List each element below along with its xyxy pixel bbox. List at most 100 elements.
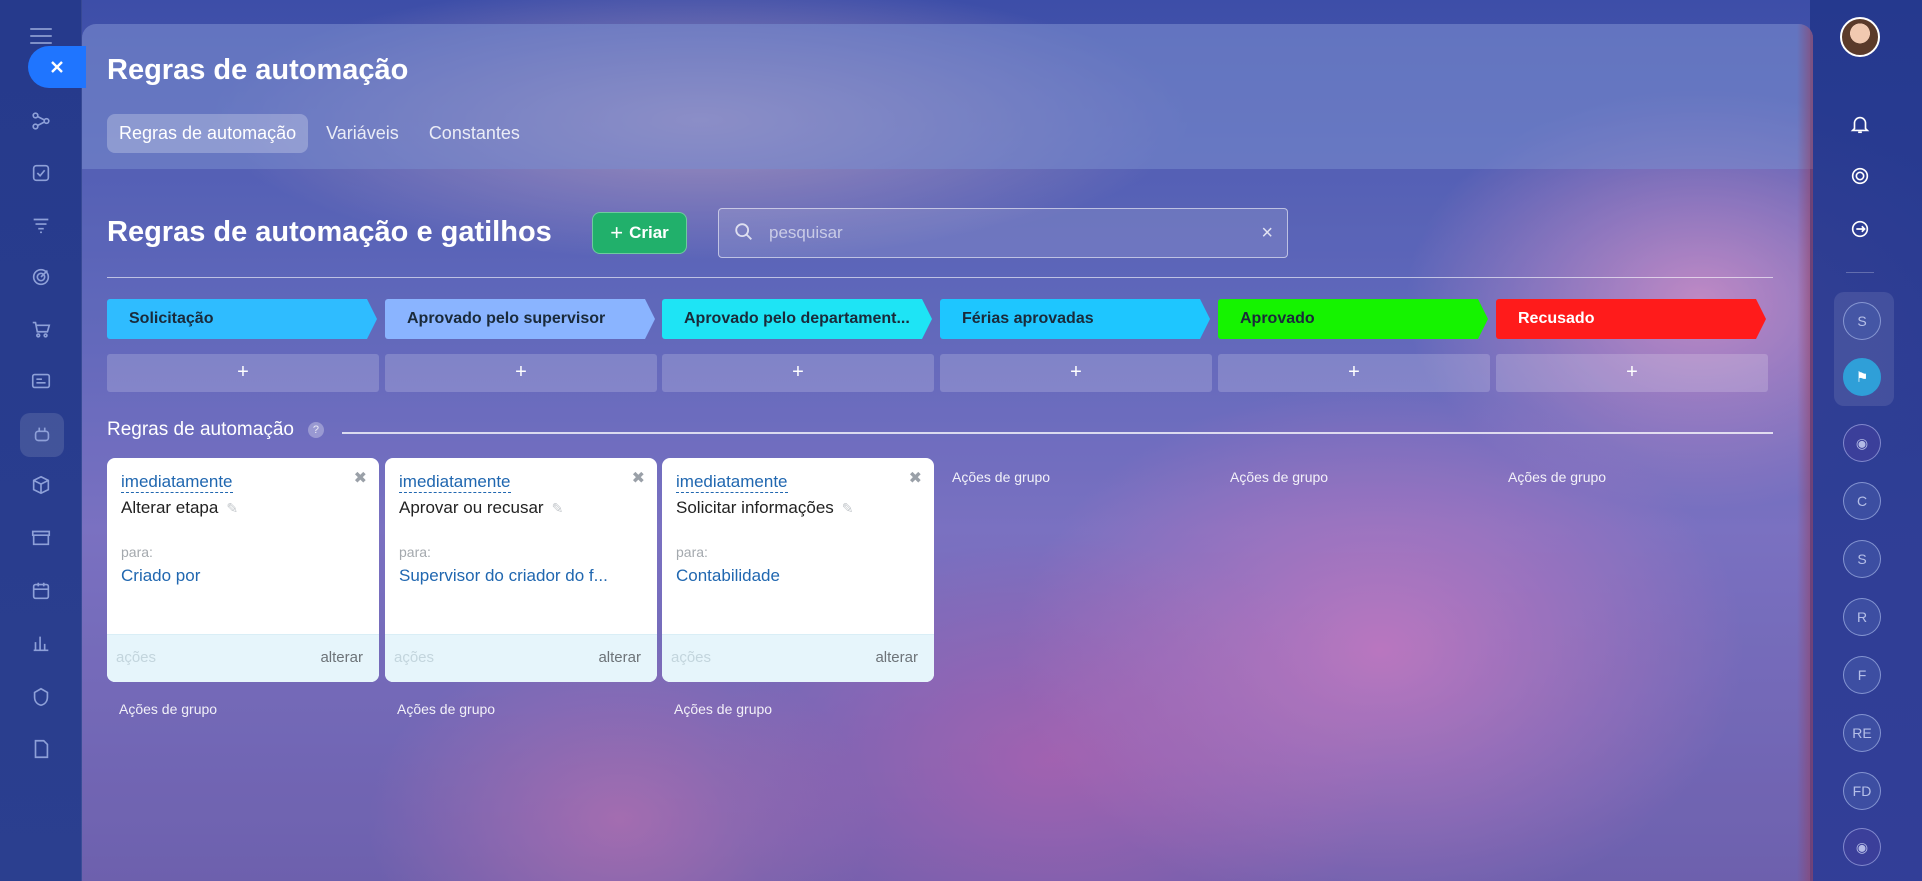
automation-panel: Regras de automação Regras de automação … — [82, 24, 1813, 881]
rule-timing-link[interactable]: imediatamente — [121, 472, 233, 493]
stage-aprovado[interactable]: Aprovado — [1218, 299, 1488, 339]
chat-avatar-f[interactable]: F — [1843, 656, 1881, 694]
group-actions-link[interactable]: Ações de grupo — [952, 469, 1050, 485]
rule-timing-link[interactable]: imediatamente — [676, 472, 788, 493]
store-icon[interactable] — [26, 522, 56, 552]
help-icon[interactable]: ? — [307, 422, 324, 438]
rule-edit-link[interactable]: alterar — [598, 649, 641, 666]
calendar-icon[interactable] — [26, 576, 56, 606]
add-trigger-button[interactable]: + — [1496, 354, 1768, 392]
rule-card[interactable]: imediatamente ✖ Alterar etapa ✎ para: Cr… — [107, 458, 379, 682]
stage-row: Solicitação Aprovado pelo supervisor Apr… — [107, 299, 1807, 339]
chat-avatar-c[interactable]: C — [1843, 482, 1881, 520]
rule-card[interactable]: imediatamente ✖ Solicitar informações ✎ … — [662, 458, 934, 682]
bookmark-icon[interactable]: ⚑ — [1843, 358, 1881, 396]
rule-card-footer: ações alterar — [662, 634, 934, 682]
chat-avatar-s2[interactable]: S — [1843, 540, 1881, 578]
chat-avatar-re[interactable]: RE — [1843, 714, 1881, 752]
rule-actions-link[interactable]: ações — [116, 649, 156, 666]
tasks-icon[interactable] — [26, 158, 56, 188]
header-divider — [107, 277, 1773, 278]
rule-name: Alterar etapa ✎ — [121, 498, 238, 518]
chart-bars-icon[interactable] — [26, 628, 56, 658]
tab-constants[interactable]: Constantes — [417, 114, 532, 153]
group-actions-link[interactable]: Ações de grupo — [1508, 469, 1606, 485]
menu-icon[interactable] — [30, 28, 52, 44]
automation-robot-icon[interactable] — [20, 413, 64, 457]
rule-actions-link[interactable]: ações — [671, 649, 711, 666]
stage-recusado[interactable]: Recusado — [1496, 299, 1766, 339]
group-actions-link[interactable]: Ações de grupo — [1230, 469, 1328, 485]
add-trigger-button[interactable]: + — [940, 354, 1212, 392]
create-button[interactable]: + Criar — [592, 212, 687, 254]
group-actions-link[interactable]: Ações de grupo — [397, 701, 495, 717]
delete-rule-icon[interactable]: ✖ — [909, 468, 922, 488]
rule-card-footer: ações alterar — [107, 634, 379, 682]
add-trigger-button[interactable]: + — [107, 354, 379, 392]
edit-pencil-icon[interactable]: ✎ — [226, 500, 238, 517]
flow-icon[interactable] — [26, 106, 56, 136]
rule-actions-link[interactable]: ações — [394, 649, 434, 666]
search-box: × — [718, 208, 1288, 258]
stage-aprovado-supervisor[interactable]: Aprovado pelo supervisor — [385, 299, 655, 339]
plus-icon: + — [610, 220, 624, 245]
rules-heading-label: Regras de automação — [107, 419, 294, 440]
clear-search-icon[interactable]: × — [1261, 223, 1273, 243]
tab-bar: Regras de automação Variáveis Constantes — [107, 114, 532, 153]
delete-rule-icon[interactable]: ✖ — [632, 468, 645, 488]
target-radar-icon[interactable] — [1842, 158, 1878, 194]
rule-timing-link[interactable]: imediatamente — [399, 472, 511, 493]
rule-target-link[interactable]: Criado por — [121, 566, 200, 586]
search-input[interactable] — [769, 209, 1229, 257]
rule-target-label: para: — [121, 544, 153, 560]
rule-name: Solicitar informações ✎ — [676, 498, 854, 518]
rule-target-link[interactable]: Contabilidade — [676, 566, 780, 586]
rule-edit-link[interactable]: alterar — [875, 649, 918, 666]
add-trigger-button[interactable]: + — [385, 354, 657, 392]
delete-rule-icon[interactable]: ✖ — [354, 468, 367, 488]
target-icon[interactable] — [26, 262, 56, 292]
group-actions-link[interactable]: Ações de grupo — [674, 701, 772, 717]
rule-target-label: para: — [399, 544, 431, 560]
rule-target-link[interactable]: Supervisor do criador do f... — [399, 566, 608, 586]
cart-icon[interactable] — [26, 314, 56, 344]
stage-solicitacao[interactable]: Solicitação — [107, 299, 377, 339]
rule-name-label: Aprovar ou recusar — [399, 498, 544, 517]
chat-avatar-s[interactable]: S — [1843, 302, 1881, 340]
panel-header: Regras de automação Regras de automação … — [82, 24, 1813, 169]
close-slider-button[interactable] — [28, 46, 86, 88]
edit-pencil-icon[interactable]: ✎ — [842, 500, 854, 517]
chat-sync-icon[interactable] — [1842, 211, 1878, 247]
rule-edit-link[interactable]: alterar — [320, 649, 363, 666]
shield-icon[interactable] — [26, 682, 56, 712]
section-title: Regras de automação e gatilhos — [107, 216, 552, 248]
user-avatar[interactable] — [1840, 17, 1880, 57]
box-icon[interactable] — [26, 470, 56, 500]
contact-card-icon[interactable] — [26, 366, 56, 396]
group-actions-link[interactable]: Ações de grupo — [119, 701, 217, 717]
rule-name-label: Solicitar informações — [676, 498, 834, 517]
chat-avatar-fd[interactable]: FD — [1843, 772, 1881, 810]
rule-card[interactable]: imediatamente ✖ Aprovar ou recusar ✎ par… — [385, 458, 657, 682]
edit-pencil-icon[interactable]: ✎ — [552, 500, 564, 517]
search-icon — [733, 221, 755, 248]
create-button-label: Criar — [629, 223, 669, 242]
add-trigger-button[interactable]: + — [1218, 354, 1490, 392]
bell-icon[interactable] — [1842, 106, 1878, 142]
rules-heading: Regras de automação ? — [107, 419, 324, 441]
tab-automation-rules[interactable]: Regras de automação — [107, 114, 309, 153]
stage-ferias-aprovadas[interactable]: Férias aprovadas — [940, 299, 1210, 339]
chat-avatar-r[interactable]: R — [1843, 598, 1881, 636]
funnel-icon[interactable] — [26, 210, 56, 240]
tab-variables[interactable]: Variáveis — [314, 114, 411, 153]
openlines-icon-2[interactable]: ◉ — [1843, 828, 1881, 866]
rules-divider — [342, 432, 1773, 434]
stage-aprovado-departamento[interactable]: Aprovado pelo departament... — [662, 299, 932, 339]
page-title: Regras de automação — [107, 54, 409, 86]
document-icon[interactable] — [26, 734, 56, 764]
rule-card-footer: ações alterar — [385, 634, 657, 682]
add-trigger-button[interactable]: + — [662, 354, 934, 392]
openlines-icon[interactable]: ◉ — [1843, 424, 1881, 462]
rule-target-label: para: — [676, 544, 708, 560]
right-sidebar: S ⚑ ◉ C S R F RE FD ◉ — [1810, 0, 1922, 881]
